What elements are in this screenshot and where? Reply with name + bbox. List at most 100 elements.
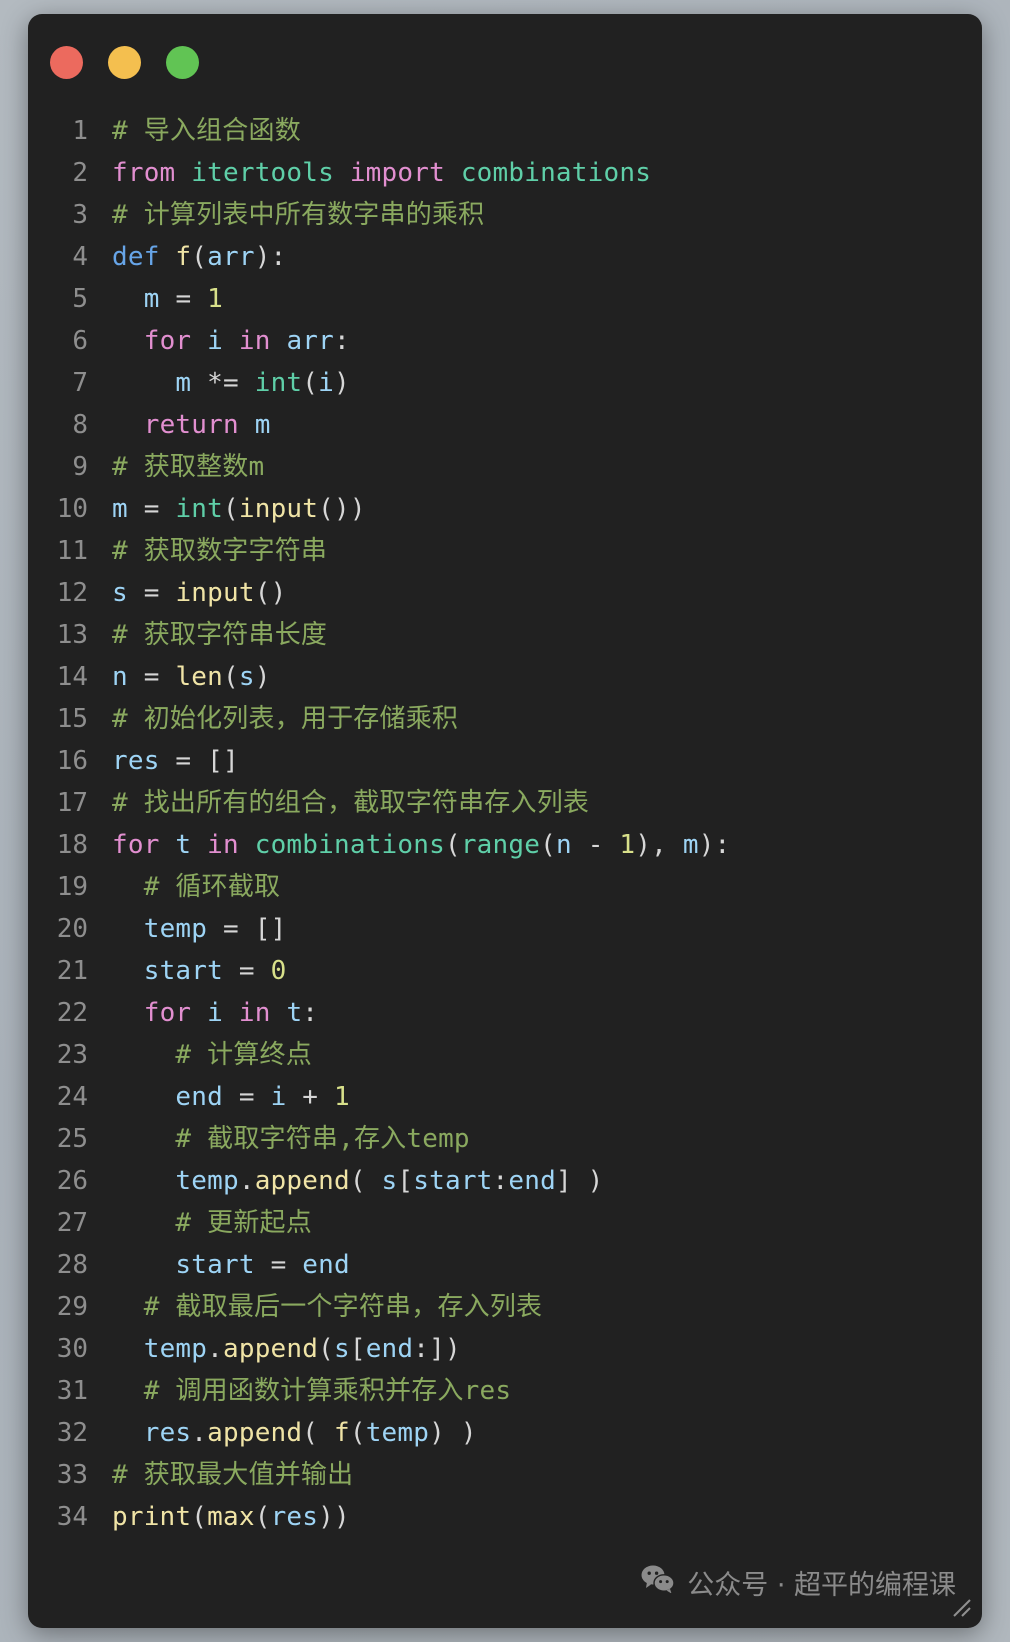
code-token: # 计算终点 <box>112 1040 312 1070</box>
code-text: res.append( f(temp) ) <box>112 1412 477 1454</box>
code-line[interactable]: 2 from itertools import combinations <box>28 152 982 194</box>
code-line[interactable]: 8 return m <box>28 404 982 446</box>
code-line[interactable]: 3 # 计算列表中所有数字串的乘积 <box>28 194 982 236</box>
code-token: t <box>286 998 303 1028</box>
code-line[interactable]: 13 # 获取字符串长度 <box>28 614 982 656</box>
line-number: 5 <box>72 284 88 314</box>
code-line[interactable]: 21 start = 0 <box>28 950 982 992</box>
code-line[interactable]: 27 # 更新起点 <box>28 1202 982 1244</box>
code-token: [ <box>397 1166 414 1196</box>
code-token: ): <box>254 242 287 272</box>
code-token: [] <box>254 914 287 944</box>
code-text: # 更新起点 <box>112 1202 312 1244</box>
code-line[interactable]: 18 for t in combinations(range(n - 1), m)… <box>28 824 982 866</box>
code-token: :]) <box>413 1334 461 1364</box>
code-token: i <box>318 368 334 398</box>
code-token: append <box>223 1334 319 1364</box>
code-token: [] <box>207 746 239 776</box>
code-line[interactable]: 34 print(max(res)) <box>28 1496 982 1538</box>
code-text: temp.append(s[end:]) <box>112 1328 461 1370</box>
code-token: ( <box>191 242 208 272</box>
code-token: = <box>143 578 160 608</box>
code-token: for <box>143 326 192 356</box>
code-token: ()) <box>318 494 366 524</box>
code-line[interactable]: 17 # 找出所有的组合，截取字符串存入列表 <box>28 782 982 824</box>
code-token: n <box>112 662 128 692</box>
line-number: 19 <box>56 872 88 902</box>
code-token: ( <box>191 1502 208 1532</box>
line-number: 25 <box>56 1124 88 1154</box>
code-text: from itertools import combinations <box>112 152 651 194</box>
code-line[interactable]: 30 temp.append(s[end:]) <box>28 1328 982 1370</box>
code-line[interactable]: 9 # 获取整数m <box>28 446 982 488</box>
code-text: for i in t: <box>112 992 318 1034</box>
code-line[interactable]: 28 start = end <box>28 1244 982 1286</box>
code-text: # 循环截取 <box>112 866 280 908</box>
resize-grip[interactable] <box>948 1594 974 1620</box>
code-line[interactable]: 7 m *= int(i) <box>28 362 982 404</box>
code-line[interactable]: 19 # 循环截取 <box>28 866 982 908</box>
code-token: start <box>143 956 223 986</box>
line-number: 16 <box>56 746 88 776</box>
line-number: 8 <box>72 410 88 440</box>
code-line[interactable]: 15 # 初始化列表，用于存储乘积 <box>28 698 982 740</box>
code-line[interactable]: 4 def f(arr): <box>28 236 982 278</box>
code-line[interactable]: 10 m = int(input()) <box>28 488 982 530</box>
code-token: m <box>682 830 699 860</box>
code-line[interactable]: 6 for i in arr: <box>28 320 982 362</box>
code-text: end = i + 1 <box>112 1076 350 1118</box>
code-token: append <box>254 1166 350 1196</box>
code-token: : <box>492 1166 509 1196</box>
code-line[interactable]: 25 # 截取字符串,存入temp <box>28 1118 982 1160</box>
code-line[interactable]: 24 end = i + 1 <box>28 1076 982 1118</box>
code-line[interactable]: 20 temp = [] <box>28 908 982 950</box>
line-number: 24 <box>56 1082 88 1112</box>
line-number: 20 <box>56 914 88 944</box>
code-text: # 获取字符串长度 <box>112 614 327 656</box>
line-number: 15 <box>56 704 88 734</box>
line-number: 9 <box>72 452 88 482</box>
code-token: . <box>238 1166 255 1196</box>
line-number: 13 <box>56 620 88 650</box>
code-line[interactable]: 5 m = 1 <box>28 278 982 320</box>
maximize-button[interactable] <box>166 45 199 79</box>
code-line[interactable]: 23 # 计算终点 <box>28 1034 982 1076</box>
code-token: def <box>112 242 160 272</box>
code-line[interactable]: 31 # 调用函数计算乘积并存入res <box>28 1370 982 1412</box>
line-number: 34 <box>56 1502 88 1532</box>
code-text: # 获取数字字符串 <box>112 530 327 572</box>
code-line[interactable]: 1 # 导入组合函数 <box>28 110 982 152</box>
code-editor[interactable]: 1 # 导入组合函数 2 from itertools import combinat… <box>28 110 982 1538</box>
code-line[interactable]: 12 s = input() <box>28 572 982 614</box>
code-line[interactable]: 29 # 截取最后一个字符串，存入列表 <box>28 1286 982 1328</box>
close-button[interactable] <box>50 45 83 79</box>
code-line[interactable]: 16 res = [] <box>28 740 982 782</box>
code-token: # 获取字符串长度 <box>112 620 328 650</box>
code-line[interactable]: 33 # 获取最大值并输出 <box>28 1454 982 1496</box>
code-token: # 更新起点 <box>112 1208 312 1238</box>
code-token: ( <box>540 830 556 860</box>
code-line[interactable]: 22 for i in t: <box>28 992 982 1034</box>
code-line[interactable]: 26 temp.append( s[start:end] ) <box>28 1160 982 1202</box>
code-token: # 导入组合函数 <box>112 116 301 146</box>
minimize-button[interactable] <box>108 45 141 79</box>
code-token: return <box>143 410 239 440</box>
line-number: 27 <box>56 1208 88 1238</box>
code-token: max <box>207 1502 255 1532</box>
code-line[interactable]: 14 n = len(s) <box>28 656 982 698</box>
code-token: input <box>238 494 319 524</box>
code-token: ) <box>254 662 271 692</box>
code-token: ) ) <box>429 1418 477 1448</box>
code-token: # 获取数字字符串 <box>112 536 328 566</box>
code-text: # 调用函数计算乘积并存入res <box>112 1370 511 1412</box>
code-line[interactable]: 11 # 获取数字字符串 <box>28 530 982 572</box>
code-line[interactable]: 32 res.append( f(temp) ) <box>28 1412 982 1454</box>
